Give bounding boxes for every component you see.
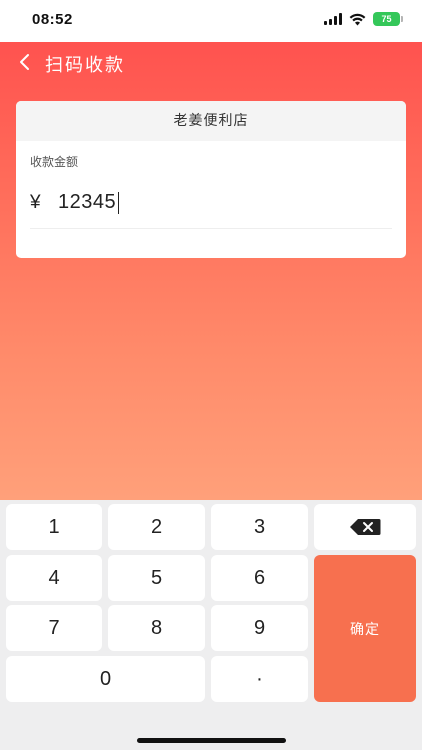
- battery-level: 75: [381, 14, 392, 24]
- wifi-icon: [349, 13, 366, 25]
- back-button[interactable]: [14, 51, 36, 73]
- chevron-left-icon: [20, 54, 29, 70]
- key-7[interactable]: 7: [6, 605, 102, 651]
- key-8[interactable]: 8: [108, 605, 205, 651]
- page-title: 扫码收款: [45, 55, 125, 76]
- amount-label: 收款金额: [30, 155, 79, 169]
- confirm-button[interactable]: 确定: [314, 555, 416, 702]
- screen: 08:52 75 扫码收款 老姜便利店 收款金额 ¥ 12345 1 2 3 4…: [0, 0, 422, 750]
- text-cursor: [118, 191, 120, 214]
- key-4[interactable]: 4: [6, 555, 102, 601]
- battery-icon: 75: [373, 12, 403, 26]
- key-3[interactable]: 3: [211, 504, 308, 550]
- payment-card: 老姜便利店 收款金额 ¥ 12345: [16, 101, 406, 258]
- amount-value: 12345: [58, 191, 117, 213]
- key-1[interactable]: 1: [6, 504, 102, 550]
- key-5[interactable]: 5: [108, 555, 205, 601]
- nav-bar: 扫码收款: [0, 42, 422, 84]
- key-2[interactable]: 2: [108, 504, 205, 550]
- status-icons: 75: [324, 12, 403, 26]
- key-0[interactable]: 0: [6, 656, 205, 702]
- key-9[interactable]: 9: [211, 605, 308, 651]
- backspace-icon: [350, 519, 381, 535]
- cellular-signal-icon: [324, 13, 342, 25]
- status-time: 08:52: [32, 11, 73, 28]
- store-name: 老姜便利店: [16, 101, 406, 141]
- key-decimal[interactable]: ·: [211, 656, 308, 702]
- numeric-keypad: 1 2 3 4 5 6 7 8 9 确定 0 ·: [0, 500, 422, 720]
- amount-divider: [30, 228, 392, 229]
- delete-button[interactable]: [314, 504, 416, 550]
- currency-symbol: ¥: [30, 191, 41, 213]
- home-indicator: [137, 738, 286, 743]
- status-bar: 08:52 75: [0, 0, 422, 42]
- key-6[interactable]: 6: [211, 555, 308, 601]
- amount-input[interactable]: ¥ 12345: [30, 191, 120, 214]
